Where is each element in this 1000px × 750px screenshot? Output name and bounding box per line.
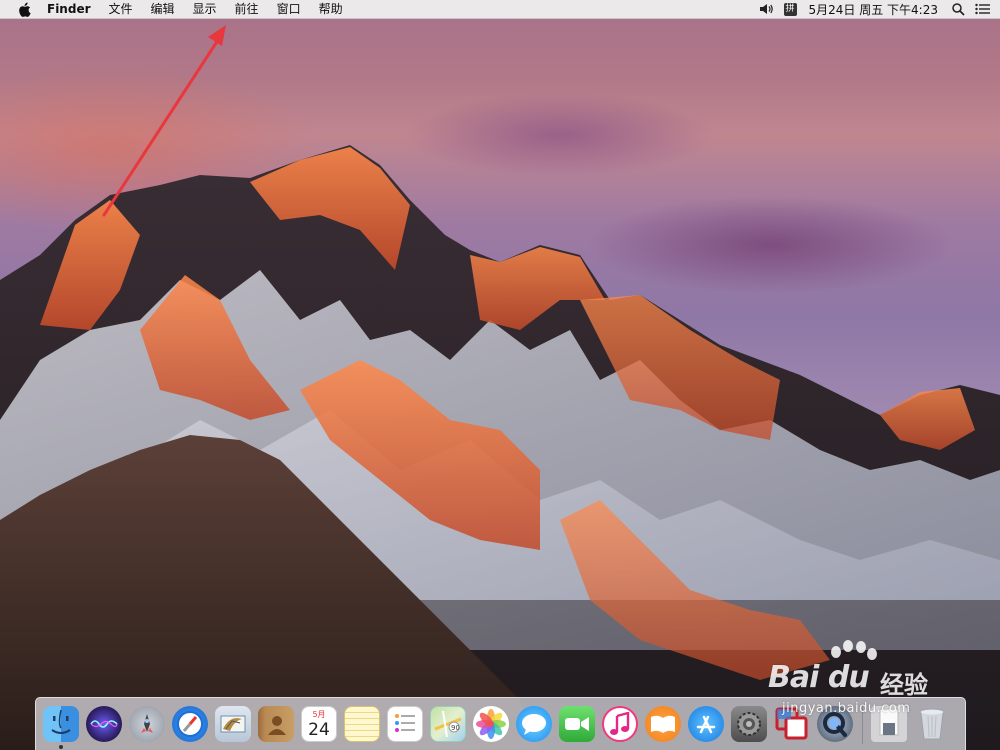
menu-view[interactable]: 显示 xyxy=(184,0,226,19)
baidu-watermark: Bai du 经验 jingyan.baidu.com xyxy=(762,638,952,716)
calendar-day: 24 xyxy=(308,720,330,740)
menu-go[interactable]: 前往 xyxy=(226,0,268,19)
system-preferences-icon[interactable] xyxy=(731,706,767,742)
facetime-icon[interactable] xyxy=(559,706,595,742)
menu-bar-status: 拼 5月24日 周五 下午4:23 xyxy=(749,0,1000,18)
siri-icon[interactable] xyxy=(86,706,122,742)
menu-edit[interactable]: 编辑 xyxy=(142,0,184,19)
menu-bar: Finder 文件 编辑 显示 前往 窗口 帮助 拼 5月24日 周五 下午4:… xyxy=(0,0,1000,19)
messages-icon[interactable] xyxy=(516,706,552,742)
itunes-icon[interactable] xyxy=(602,706,638,742)
maps-icon[interactable]: 90 xyxy=(430,706,466,742)
watermark-cn: 经验 xyxy=(880,671,928,699)
running-indicator xyxy=(59,745,63,749)
input-method-icon[interactable]: 拼 xyxy=(783,0,797,19)
speaker-icon[interactable] xyxy=(759,0,774,19)
calendar-month: 5月 xyxy=(312,710,326,719)
menu-window[interactable]: 窗口 xyxy=(268,0,310,19)
menu-app-finder[interactable]: Finder xyxy=(45,0,100,19)
apple-icon[interactable] xyxy=(17,1,31,17)
menu-file[interactable]: 文件 xyxy=(100,0,142,19)
mail-icon[interactable] xyxy=(215,706,251,742)
photos-icon[interactable] xyxy=(473,706,509,742)
watermark-url: jingyan.baidu.com xyxy=(782,701,911,716)
calendar-icon[interactable]: 5月 24 xyxy=(301,706,337,742)
reminders-icon[interactable] xyxy=(387,706,423,742)
svg-text:90: 90 xyxy=(451,724,460,732)
finder-icon[interactable] xyxy=(43,706,79,749)
notes-icon[interactable] xyxy=(344,706,380,742)
trash-icon[interactable] xyxy=(914,706,950,742)
menu-bar-left: Finder 文件 编辑 显示 前往 窗口 帮助 xyxy=(0,0,352,18)
menu-bar-clock[interactable]: 5月24日 周五 下午4:23 xyxy=(809,1,938,18)
magnifier-icon[interactable] xyxy=(952,0,965,19)
watermark-logo: Bai du xyxy=(768,660,870,695)
contacts-icon[interactable] xyxy=(258,706,294,742)
app-store-icon[interactable] xyxy=(688,706,724,742)
launchpad-icon[interactable] xyxy=(129,706,165,742)
list-icon[interactable] xyxy=(975,0,990,19)
input-method-label: 拼 xyxy=(783,2,797,16)
menu-help[interactable]: 帮助 xyxy=(310,0,352,19)
ibooks-icon[interactable] xyxy=(645,706,681,742)
safari-icon[interactable] xyxy=(172,706,208,742)
